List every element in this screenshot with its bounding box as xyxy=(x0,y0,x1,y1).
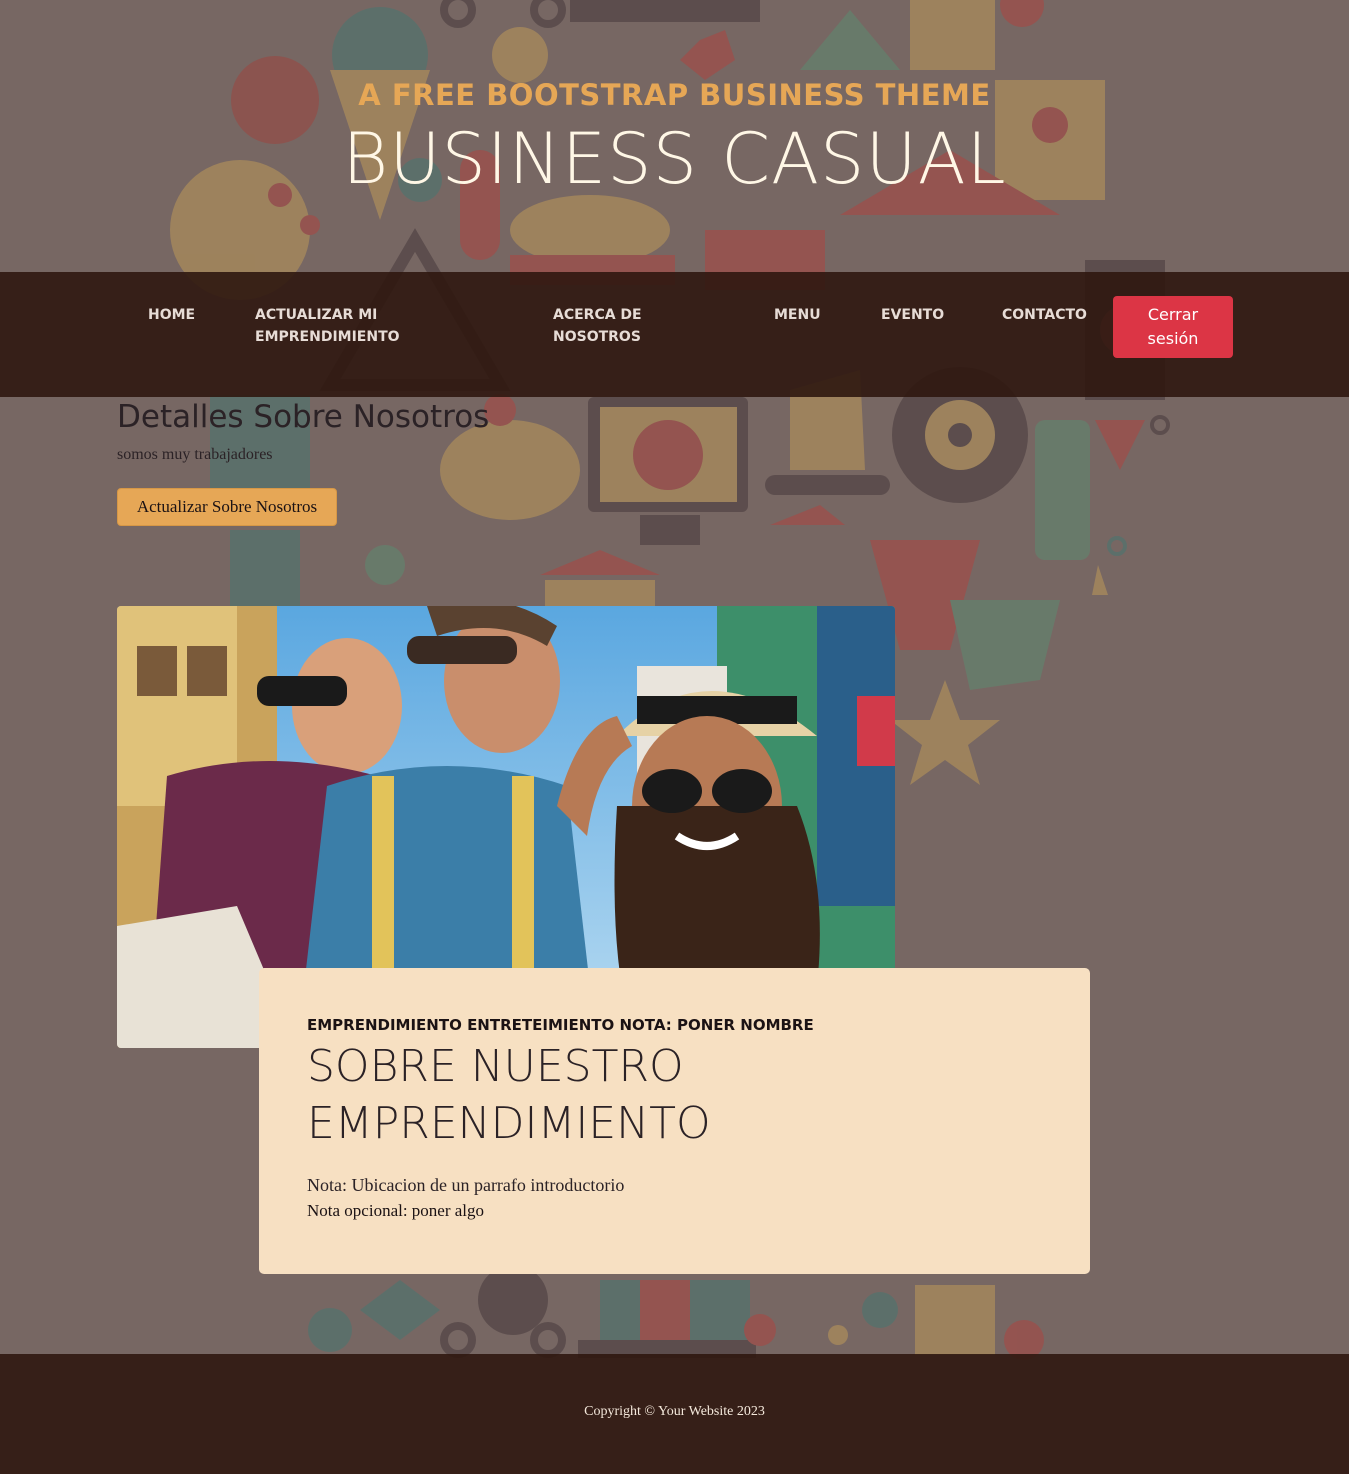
card-paragraph: Nota: Ubicacion de un parrafo introducto… xyxy=(307,1175,625,1195)
card-heading-line-2: EMPRENDIMIENTO xyxy=(307,1098,711,1149)
nav-item-about[interactable]: ACERCA DE NOSOTROS xyxy=(553,304,642,348)
about-business-card: EMPRENDIMIENTO ENTRETEIMIENTO NOTA: PONE… xyxy=(259,968,1090,1274)
card-heading-line-1: SOBRE NUESTRO xyxy=(307,1041,684,1092)
about-details: Detalles Sobre Nosotros somos muy trabaj… xyxy=(117,398,489,464)
nav-item-about-label-1: ACERCA DE xyxy=(553,307,642,323)
about-text: somos muy trabajadores xyxy=(117,446,273,463)
logout-label-2: sesión xyxy=(1147,329,1199,348)
nav-item-menu[interactable]: MENU xyxy=(774,304,821,326)
logout-button[interactable]: Cerrar sesión xyxy=(1113,296,1233,358)
card-heading: SOBRE NUESTRO EMPRENDIMIENTO xyxy=(307,1038,1007,1152)
site-heading-upper: A Free Bootstrap Business Theme xyxy=(358,78,991,112)
site-heading-lower: Business Casual xyxy=(342,118,1007,200)
nav-item-contact-label: CONTACTO xyxy=(1002,307,1087,323)
site-heading: A Free Bootstrap Business Theme Business… xyxy=(0,0,1349,272)
nav-item-about-label-2: NOSOTROS xyxy=(553,329,641,345)
about-title: Detalles Sobre Nosotros xyxy=(117,399,490,435)
nav-item-event[interactable]: EVENTO xyxy=(881,304,944,326)
update-about-button[interactable]: Actualizar Sobre Nosotros xyxy=(117,488,337,526)
footer-copyright: Copyright © Your Website 2023 xyxy=(584,1404,765,1419)
card-subheading: EMPRENDIMIENTO ENTRETEIMIENTO NOTA: PONE… xyxy=(307,1016,814,1034)
nav-item-update-business-label-2: EMPRENDIMIENTO xyxy=(255,329,400,345)
nav-item-contact[interactable]: CONTACTO xyxy=(1002,304,1087,326)
nav-item-menu-label: MENU xyxy=(774,307,821,323)
card-optional-note: Nota opcional: poner algo xyxy=(307,1201,485,1220)
nav-item-event-label: EVENTO xyxy=(881,307,945,323)
nav-item-home[interactable]: HOME xyxy=(148,304,195,326)
nav-item-update-business[interactable]: ACTUALIZAR MI EMPRENDIMIENTO xyxy=(255,304,400,348)
logout-label-1: Cerrar xyxy=(1147,305,1199,324)
nav-item-update-business-label-1: ACTUALIZAR MI xyxy=(255,307,378,323)
nav-item-home-label: HOME xyxy=(148,307,196,323)
footer: Copyright © Your Website 2023 xyxy=(0,1354,1349,1474)
